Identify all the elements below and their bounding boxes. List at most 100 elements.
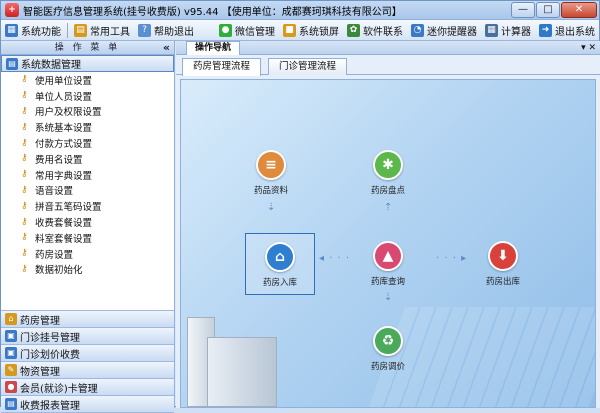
sidebar-item[interactable]: ⚷ 费用名设置 <box>1 151 174 167</box>
menu-help-exit[interactable]: ? 帮助退出 <box>134 21 198 40</box>
node-pharmacy-in[interactable]: ⌂ 药房入库 <box>245 233 315 295</box>
tab-pharmacy-flow[interactable]: 药房管理流程 <box>182 58 262 76</box>
sidebar-item[interactable]: ⚷ 药房设置 <box>1 246 174 262</box>
nav-tab-strip: 操作导航 ▾ ✕ <box>176 41 600 55</box>
maximize-button[interactable]: □ <box>536 2 560 18</box>
item-label: 付款方式设置 <box>35 139 93 151</box>
sidebar-item[interactable]: ⚷ 料室套餐设置 <box>1 230 174 246</box>
group-materials[interactable]: ✎ 物资管理 <box>1 362 174 379</box>
sidebar-item[interactable]: ⚷ 系统基本设置 <box>1 119 174 135</box>
group-label: 收费报表管理 <box>20 400 80 412</box>
item-label: 数据初始化 <box>35 265 83 277</box>
key-icon: ⚷ <box>21 90 28 101</box>
item-label: 语音设置 <box>35 186 74 198</box>
key-icon: ⚷ <box>21 105 28 116</box>
key-icon: ⚷ <box>21 137 28 148</box>
key-icon: ⚷ <box>21 248 28 259</box>
node-label: 药房调价 <box>370 362 405 372</box>
node-label: 药房出库 <box>485 277 520 287</box>
app-window: + 智能医疗信息管理系统(挂号收费版) v95.44 【使用单位：成都赛珂琪科技… <box>0 0 600 413</box>
sidebar-item[interactable]: ⚷ 付款方式设置 <box>1 135 174 151</box>
menu-common-tools[interactable]: ▤ 常用工具 <box>70 21 134 40</box>
people-icon: ● <box>5 381 17 393</box>
key-icon: ⚷ <box>21 153 28 164</box>
sidebar-item[interactable]: ⚷ 收费套餐设置 <box>1 214 174 230</box>
node-drug-info[interactable]: ≡ 药品资料 <box>236 150 306 196</box>
key-icon: ⚷ <box>21 74 28 85</box>
node-pharmacy-out[interactable]: ⬇ 药房出库 <box>468 241 538 287</box>
node-pharmacy-transfer[interactable]: ♻ 药房调价 <box>353 326 423 372</box>
arrow-up-2: ⇡ <box>384 202 394 213</box>
menu-label: 系统功能 <box>21 26 61 38</box>
mini-reminder-button[interactable]: ◔ 迷你提醒器 <box>407 21 481 40</box>
button-label: 计算器 <box>501 26 531 38</box>
arrow-right-1: · · · ▸ <box>436 253 468 264</box>
collapse-icon[interactable]: « <box>163 41 170 55</box>
main-panel: 操作导航 ▾ ✕ 药房管理流程 门诊管理流程 ≡ 药品资料 ✱ 药房盘点 ⇣ ⇡… <box>176 41 600 408</box>
register-icon: ▣ <box>5 330 17 342</box>
report-icon: ▤ <box>5 398 17 410</box>
lock-screen-button[interactable]: ■ 系统锁屏 <box>279 21 343 40</box>
group-label: 药房管理 <box>20 315 60 327</box>
item-label: 使用单位设置 <box>35 75 93 87</box>
node-label: 药品资料 <box>253 186 288 196</box>
tab-operation-nav[interactable]: 操作导航 <box>186 41 241 55</box>
item-label: 单位人员设置 <box>35 91 93 103</box>
item-label: 拼音五笔码设置 <box>35 202 102 214</box>
group-label: 门诊划价收费 <box>20 349 80 361</box>
group-pharmacy[interactable]: ⌂ 药房管理 <box>1 311 174 328</box>
pencil-icon: ✎ <box>5 364 17 376</box>
menu-system-functions[interactable]: ▦ 系统功能 <box>1 21 65 40</box>
tab-controls[interactable]: ▾ ✕ <box>581 41 596 55</box>
window-title: 智能医疗信息管理系统(挂号收费版) v95.44 【使用单位：成都赛珂琪科技有限… <box>23 6 402 18</box>
billing-icon: ▣ <box>5 347 17 359</box>
group-reports[interactable]: ▤ 收费报表管理 <box>1 396 174 413</box>
sidebar-item[interactable]: ⚷ 拼音五笔码设置 <box>1 198 174 214</box>
flow-canvas: ≡ 药品资料 ✱ 药房盘点 ⇣ ⇡ ⌂ 药房入库 ◂ · · · ▲ 药库查询 … <box>180 79 596 408</box>
database-icon: ▤ <box>6 57 18 70</box>
grid-icon: ▦ <box>5 23 18 37</box>
node-pharmacy-check[interactable]: ✱ 药房盘点 <box>353 150 423 196</box>
group-billing[interactable]: ▣ 门诊划价收费 <box>1 345 174 362</box>
group-label: 会员(就诊)卡管理 <box>20 383 98 395</box>
minimize-button[interactable]: — <box>511 2 535 18</box>
sidebar-item[interactable]: ⚷ 用户及权限设置 <box>1 104 174 120</box>
group-registration[interactable]: ▣ 门诊挂号管理 <box>1 328 174 345</box>
contact-icon: ✿ <box>347 23 360 37</box>
group-system-data[interactable]: ▤ 系统数据管理 <box>1 55 174 72</box>
chart-icon: ▲ <box>373 241 403 271</box>
key-icon: ⚷ <box>21 169 28 180</box>
calculator-button[interactable]: ▦ 计算器 <box>481 21 535 40</box>
exit-icon: ➜ <box>539 23 552 37</box>
sidebar-title: 操 作 菜 单 <box>54 43 121 53</box>
node-label: 药房入库 <box>262 278 297 288</box>
wechat-manage-button[interactable]: ● 微信管理 <box>215 21 279 40</box>
software-contact-button[interactable]: ✿ 软件联系 <box>343 21 407 40</box>
item-label: 费用名设置 <box>35 154 83 166</box>
menu-label: 常用工具 <box>90 26 130 38</box>
home-icon: ⌂ <box>265 242 295 272</box>
item-label: 料室套餐设置 <box>35 233 93 245</box>
button-label: 软件联系 <box>363 26 403 38</box>
item-label: 用户及权限设置 <box>35 107 102 119</box>
button-label: 退出系统 <box>555 26 595 38</box>
arrow-down-icon: ⬇ <box>488 241 518 271</box>
sidebar-item[interactable]: ⚷ 数据初始化 <box>1 262 174 278</box>
tab-outpatient-flow[interactable]: 门诊管理流程 <box>268 58 348 75</box>
sidebar-item[interactable]: ⚷ 单位人员设置 <box>1 88 174 104</box>
calculator-icon: ▦ <box>485 23 498 37</box>
key-icon: ⚷ <box>21 216 28 227</box>
lock-icon: ■ <box>283 23 296 37</box>
button-label: 微信管理 <box>235 26 275 38</box>
item-label: 系统基本设置 <box>35 123 93 135</box>
key-icon: ⚷ <box>21 121 28 132</box>
sidebar-item[interactable]: ⚷ 语音设置 <box>1 183 174 199</box>
sidebar-item[interactable]: ⚷ 使用单位设置 <box>1 72 174 88</box>
button-label: 系统锁屏 <box>299 26 339 38</box>
group-member-card[interactable]: ● 会员(就诊)卡管理 <box>1 379 174 396</box>
node-stock-query[interactable]: ▲ 药库查询 <box>353 241 423 287</box>
close-button[interactable]: ✕ <box>561 2 597 18</box>
exit-system-button[interactable]: ➜ 退出系统 <box>535 21 599 40</box>
sidebar-item[interactable]: ⚷ 常用字典设置 <box>1 167 174 183</box>
flow-tabs: 药房管理流程 门诊管理流程 <box>176 55 600 76</box>
